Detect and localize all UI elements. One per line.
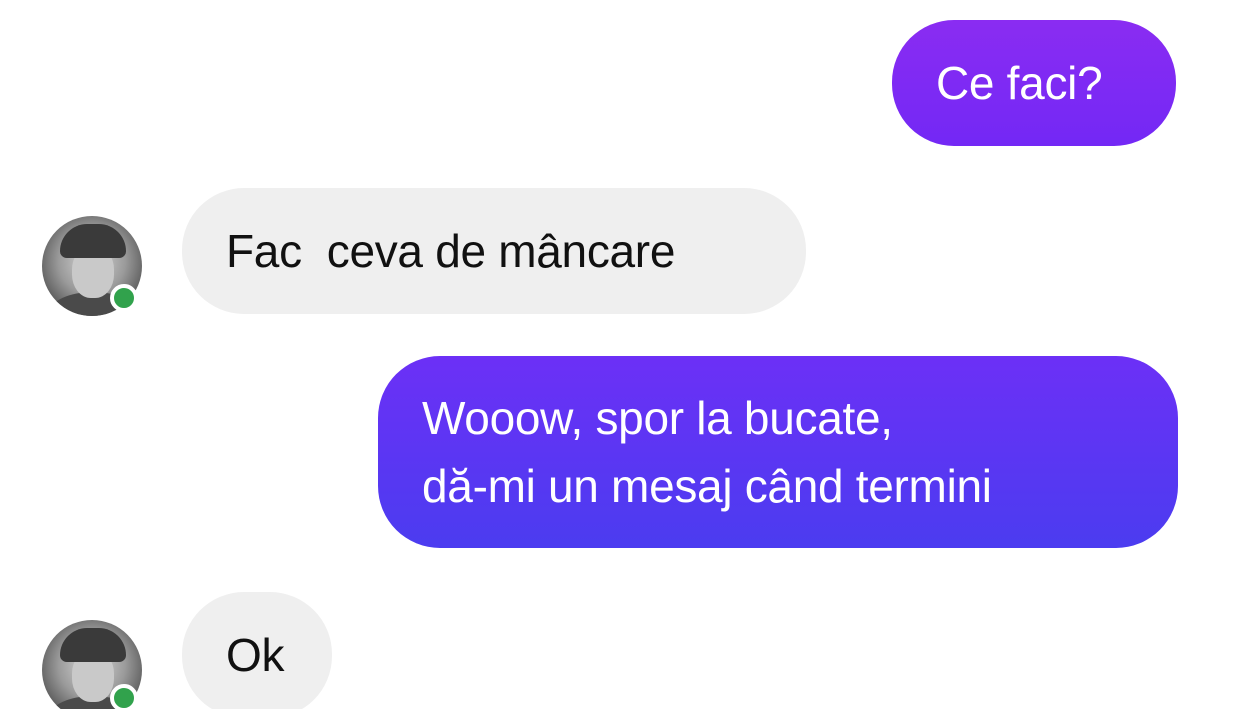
message-text: Fac ceva de mâncare — [226, 225, 676, 277]
outgoing-message-bubble[interactable]: Wooow, spor la bucate, dă-mi un mesaj câ… — [378, 356, 1178, 548]
online-status-icon — [110, 284, 138, 312]
message-text: Ce faci? — [936, 57, 1103, 109]
outgoing-message-bubble[interactable]: Ce faci? — [892, 20, 1176, 146]
message-text-line: dă-mi un mesaj când termini — [422, 460, 992, 512]
incoming-message-bubble[interactable]: Fac ceva de mâncare — [182, 188, 806, 314]
message-text-line: Wooow, spor la bucate, — [422, 392, 893, 444]
chat-thread: Ce faci? Fac ceva de mâncare Wooow, spor… — [0, 0, 1260, 709]
online-status-icon — [110, 684, 138, 709]
message-text: Ok — [226, 629, 285, 681]
incoming-message-bubble[interactable]: Ok — [182, 592, 332, 709]
